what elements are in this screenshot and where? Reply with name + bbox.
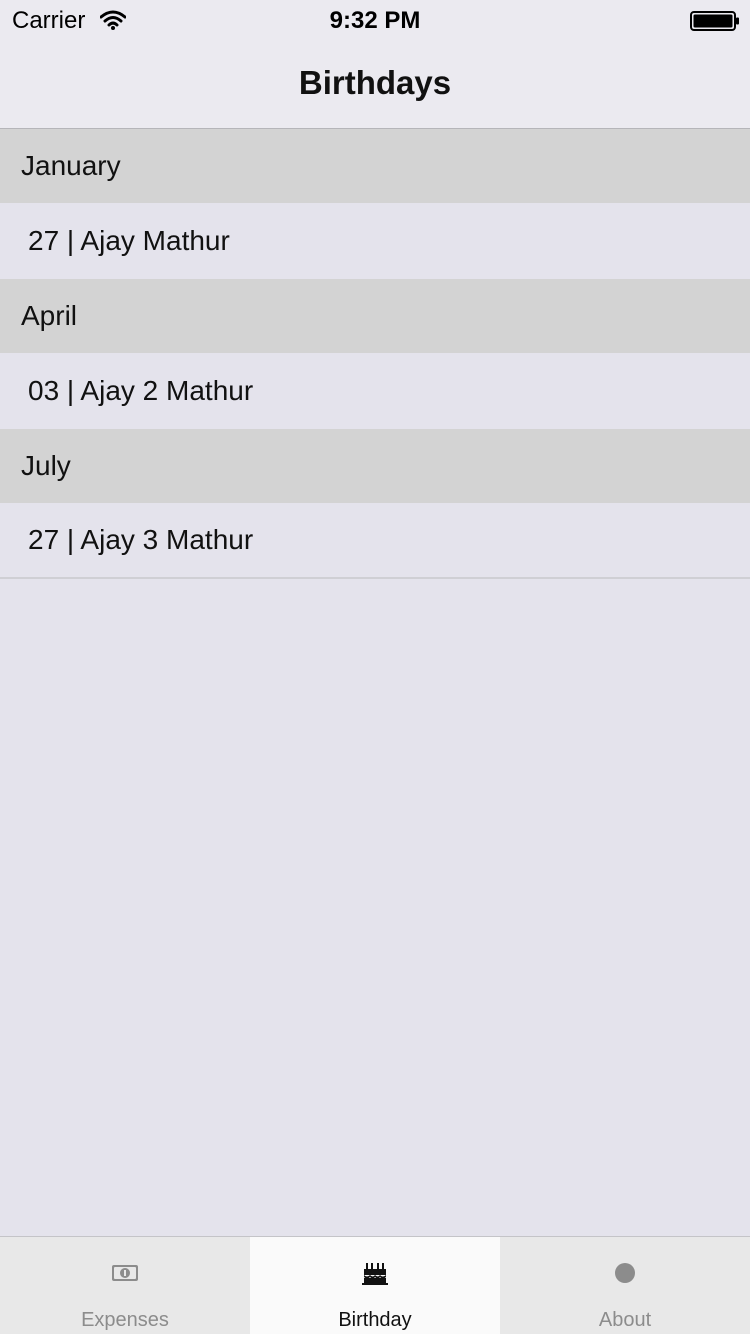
list-item[interactable]: 03 | Ajay 2 Mathur xyxy=(0,353,750,429)
section-header-july: July xyxy=(0,429,750,503)
birthday-list: January 27 | Ajay Mathur April 03 | Ajay… xyxy=(0,129,750,579)
section-header-january: January xyxy=(0,129,750,203)
tab-bar: Expenses Birthday About xyxy=(0,1236,750,1334)
tab-label: Birthday xyxy=(338,1309,412,1331)
tab-expenses[interactable]: Expenses xyxy=(0,1237,250,1334)
battery-icon xyxy=(690,11,739,31)
status-bar: Carrier 9:32 PM xyxy=(0,0,750,40)
tab-birthday[interactable]: Birthday xyxy=(250,1237,500,1334)
tab-about[interactable]: About xyxy=(500,1237,750,1334)
list-item[interactable]: 27 | Ajay 3 Mathur xyxy=(0,503,750,579)
cake-icon xyxy=(362,1263,388,1285)
tab-label: Expenses xyxy=(81,1309,169,1331)
page-title: Birthdays xyxy=(298,64,452,101)
section-header-april: April xyxy=(0,279,750,353)
tab-label: About xyxy=(598,1309,652,1331)
circle-icon xyxy=(615,1263,635,1283)
money-icon xyxy=(112,1265,138,1281)
status-time: 9:32 PM xyxy=(329,7,421,34)
screen: Carrier 9:32 PM Birthdays January 27 | A… xyxy=(0,0,750,1334)
list-item[interactable]: 27 | Ajay Mathur xyxy=(0,203,750,279)
navigation-bar: Birthdays xyxy=(0,40,750,129)
